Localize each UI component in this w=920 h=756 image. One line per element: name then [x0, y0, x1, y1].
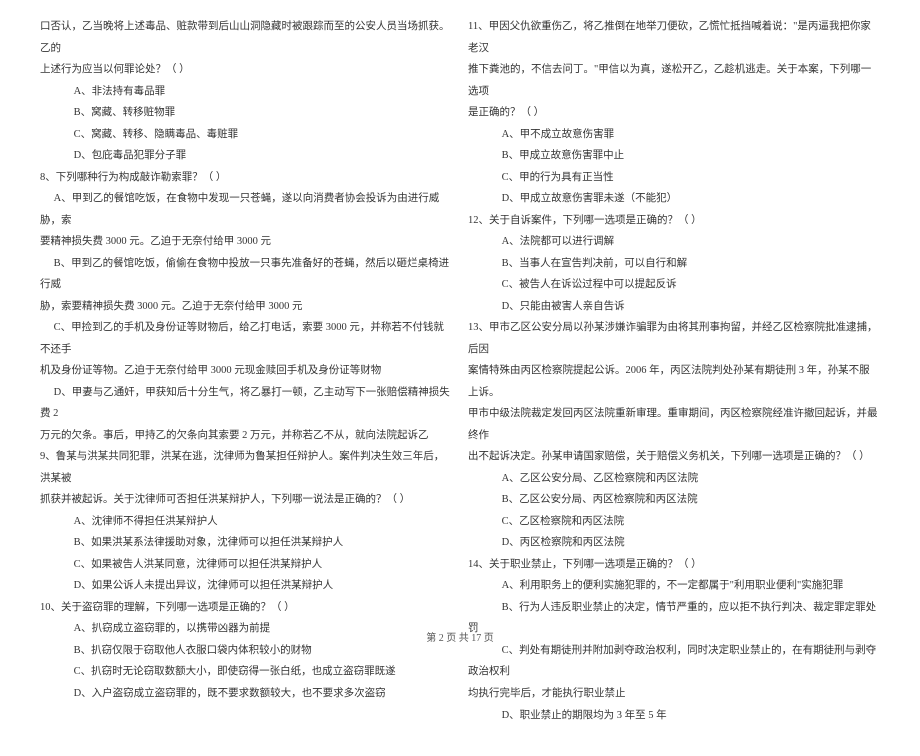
body-line: 甲市中级法院裁定发回丙区法院重新审理。重审期间，丙区检察院经准许撤回起诉，并最终…: [468, 403, 880, 446]
option-a: A、非法持有毒品罪: [40, 81, 452, 103]
option-c: C、甲的行为具有正当性: [468, 167, 880, 189]
left-column: 口否认，乙当晚将上述毒品、赃款带到后山山洞隐藏时被跟踪而至的公安人员当场抓获。乙…: [32, 16, 460, 726]
body-line: 出不起诉决定。孙某申请国家赔偿，关于赔偿义务机关，下列哪一选项是正确的？（ ）: [468, 446, 880, 468]
body-line: 口否认，乙当晚将上述毒品、赃款带到后山山洞隐藏时被跟踪而至的公安人员当场抓获。乙…: [40, 16, 452, 59]
option-a: A、法院都可以进行调解: [468, 231, 880, 253]
option-c: C、被告人在诉讼过程中可以提起反诉: [468, 274, 880, 296]
question-12: 12、关于自诉案件，下列哪一选项是正确的？（ ）: [468, 210, 880, 232]
question-11: 11、甲因父仇欲重伤乙，将乙推倒在地举刀便砍，乙慌忙抵挡喊着说："是丙逼我把你家…: [468, 16, 880, 59]
option-d: D、职业禁止的期限均为 3 年至 5 年: [468, 705, 880, 727]
right-column: 11、甲因父仇欲重伤乙，将乙推倒在地举刀便砍，乙慌忙抵挡喊着说："是丙逼我把你家…: [460, 16, 888, 726]
option-b: B、如果洪某系法律援助对象，沈律师可以担任洪某辩护人: [40, 532, 452, 554]
body-line: 均执行完毕后，才能执行职业禁止: [468, 683, 880, 705]
option-b: B、乙区公安分局、丙区检察院和丙区法院: [468, 489, 880, 511]
body-line: C、甲捡到乙的手机及身份证等财物后，给乙打电话，索要 3000 元，并称若不付钱…: [40, 317, 452, 360]
option-d: D、只能由被害人亲自告诉: [468, 296, 880, 318]
question-8: 8、下列哪种行为构成敲诈勒索罪？（ ）: [40, 167, 452, 189]
option-d: D、丙区检察院和丙区法院: [468, 532, 880, 554]
question-14: 14、关于职业禁止，下列哪一选项是正确的？（ ）: [468, 554, 880, 576]
body-line: 机及身份证等物。乙迫于无奈付给甲 3000 元现金赎回手机及身份证等财物: [40, 360, 452, 382]
option-c: C、如果被告人洪某同意，沈律师可以担任洪某辩护人: [40, 554, 452, 576]
body-line: 要精神损失费 3000 元。乙迫于无奈付给甲 3000 元: [40, 231, 452, 253]
body-line: 是正确的？（ ）: [468, 102, 880, 124]
body-line: 胁，索要精神损失费 3000 元。乙迫于无奈付给甲 3000 元: [40, 296, 452, 318]
option-d: D、包庇毒品犯罪分子罪: [40, 145, 452, 167]
option-b: B、当事人在宣告判决前，可以自行和解: [468, 253, 880, 275]
option-a: A、乙区公安分局、乙区检察院和丙区法院: [468, 468, 880, 490]
option-c: C、扒窃时无论窃取数额大小，即使窃得一张白纸，也成立盗窃罪既遂: [40, 661, 452, 683]
body-line: 上述行为应当以何罪论处？（ ）: [40, 59, 452, 81]
option-a: A、沈律师不得担任洪某辩护人: [40, 511, 452, 533]
option-b: B、甲成立故意伤害罪中止: [468, 145, 880, 167]
option-d: D、甲成立故意伤害罪未遂（不能犯）: [468, 188, 880, 210]
page-footer: 第 2 页 共 17 页: [0, 629, 920, 644]
option-d: D、入户盗窃成立盗窃罪的，既不要求数额较大，也不要求多次盗窃: [40, 683, 452, 705]
question-9: 9、鲁某与洪某共同犯罪，洪某在逃，沈律师为鲁某担任辩护人。案件判决生效三年后，洪…: [40, 446, 452, 489]
body-line: 万元的欠条。事后，甲持乙的欠条向其索要 2 万元，并称若乙不从，就向法院起诉乙: [40, 425, 452, 447]
option-d: D、如果公诉人未提出异议，沈律师可以担任洪某辩护人: [40, 575, 452, 597]
option-a: A、利用职务上的便利实施犯罪的，不一定都属于"利用职业便利"实施犯罪: [468, 575, 880, 597]
body-line: A、甲到乙的餐馆吃饭，在食物中发现一只苍蝇，遂以向消费者协会投诉为由进行威胁，索: [40, 188, 452, 231]
body-line: 推下粪池的，不信去问丁。"甲信以为真，遂松开乙，乙趁机逃走。关于本案，下列哪一选…: [468, 59, 880, 102]
option-c: C、乙区检察院和丙区法院: [468, 511, 880, 533]
body-line: 抓获并被起诉。关于沈律师可否担任洪某辩护人，下列哪一说法是正确的？（ ）: [40, 489, 452, 511]
question-10: 10、关于盗窃罪的理解，下列哪一选项是正确的？（ ）: [40, 597, 452, 619]
body-line: D、甲妻与乙通奸，甲获知后十分生气，将乙暴打一顿，乙主动写下一张赔偿精神损失费 …: [40, 382, 452, 425]
body-line: B、甲到乙的餐馆吃饭，偷偷在食物中投放一只事先准备好的苍蝇，然后以砸烂桌椅进行威: [40, 253, 452, 296]
option-c: C、窝藏、转移、隐瞒毒品、毒赃罪: [40, 124, 452, 146]
question-13: 13、甲市乙区公安分局以孙某涉嫌诈骗罪为由将其刑事拘留，并经乙区检察院批准逮捕，…: [468, 317, 880, 360]
option-a: A、甲不成立故意伤害罪: [468, 124, 880, 146]
option-b: B、窝藏、转移赃物罪: [40, 102, 452, 124]
body-line: 案情特殊由丙区检察院提起公诉。2006 年，丙区法院判处孙某有期徒刑 3 年，孙…: [468, 360, 880, 403]
option-c: C、判处有期徒刑并附加剥夺政治权利，同时决定职业禁止的，在有期徒刑与剥夺政治权利: [468, 640, 880, 683]
